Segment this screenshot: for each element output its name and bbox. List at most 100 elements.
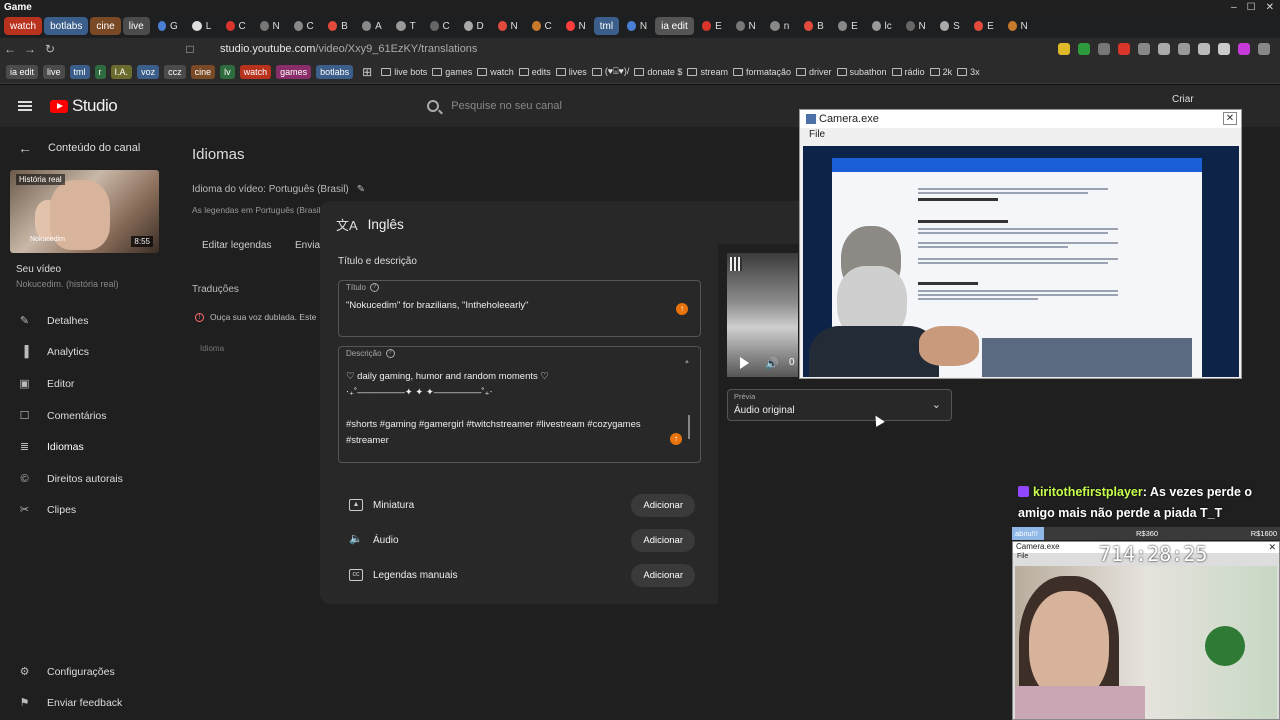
upload-arrow-icon[interactable]: ↑ [676, 303, 688, 315]
browser-tab[interactable]: n [764, 17, 796, 35]
bookmark-chip[interactable]: ia edit [6, 64, 39, 79]
bookmark-chip[interactable]: botlabs [316, 64, 354, 79]
upload-arrow-icon[interactable]: ↑ [670, 433, 682, 445]
bookmark-chip[interactable]: games [276, 64, 312, 79]
bookmark-item[interactable]: lives [555, 67, 587, 77]
minimize-button[interactable]: – [1231, 2, 1237, 13]
browser-tab[interactable]: N [730, 17, 762, 35]
preview-video[interactable]: 🔊 0 [727, 253, 798, 377]
close-icon[interactable]: ✕ [1268, 542, 1276, 553]
sidebar-item-detalhes[interactable]: ✎ Detalhes [0, 305, 170, 337]
browser-tab[interactable]: botlabs [44, 17, 89, 35]
bookmark-item[interactable]: stream [687, 67, 728, 77]
bookmark-item[interactable]: subathon [836, 67, 887, 77]
hamburger-icon[interactable] [18, 101, 32, 111]
file-menu[interactable]: File [809, 129, 825, 140]
browser-tab[interactable]: N [1002, 17, 1034, 35]
bookmark-item[interactable]: games [432, 67, 472, 77]
browser-tab[interactable]: watch [4, 17, 43, 35]
extension-icon[interactable] [1078, 43, 1090, 55]
extension-icon[interactable] [1118, 43, 1130, 55]
browser-tab[interactable]: E [968, 17, 1000, 35]
bookmark-chip[interactable]: watch [239, 64, 272, 79]
sidebar-item-coment-rios[interactable]: ☐ Comentários [0, 400, 170, 432]
extension-icon[interactable] [1218, 43, 1230, 55]
extension-icon[interactable] [1158, 43, 1170, 55]
add-captions-button[interactable]: Adicionar [631, 563, 695, 587]
extension-icon[interactable] [1178, 43, 1190, 55]
maximize-button[interactable]: ☐ [1247, 2, 1256, 13]
apps-grid-icon[interactable]: ⊞ [362, 65, 372, 79]
bookmark-chip[interactable]: live [43, 64, 65, 79]
help-icon[interactable]: ? [385, 349, 395, 358]
browser-tab[interactable]: B [322, 17, 354, 35]
extension-icon[interactable] [1198, 43, 1210, 55]
bookmark-item[interactable]: 2k [929, 67, 952, 77]
browser-tab[interactable]: N [254, 17, 286, 35]
sidebar-item-analytics[interactable]: ▐ Analytics [0, 337, 170, 369]
browser-tab[interactable]: N [621, 17, 653, 35]
description-value[interactable]: ♡ daily gaming, humor and random moments… [346, 369, 641, 449]
browser-tab[interactable]: B [798, 17, 830, 35]
extension-icon[interactable] [1058, 43, 1070, 55]
close-icon[interactable]: ✕ [1223, 112, 1237, 125]
sidebar-item-clipes[interactable]: ✂ Clipes [0, 495, 170, 527]
browser-tab[interactable]: C [424, 17, 456, 35]
add-audio-button[interactable]: Adicionar [631, 528, 695, 552]
search-input[interactable]: Pesquise no seu canal [427, 100, 562, 112]
title-field[interactable]: Título? "Nokucedim" for brazilians, "Int… [338, 280, 701, 337]
browser-tab[interactable]: T [390, 17, 422, 35]
browser-tab[interactable]: live [122, 17, 150, 35]
bookmark-item[interactable]: (♥⌺♥)/ [591, 66, 629, 77]
bookmark-item[interactable]: edits [518, 67, 551, 77]
sidebar-item-idiomas[interactable]: ≣ Idiomas [0, 431, 170, 463]
help-icon[interactable]: ? [370, 283, 380, 292]
add-thumbnail-button[interactable]: Adicionar [631, 493, 695, 517]
browser-tab[interactable]: lc [866, 17, 898, 35]
bookmark-item[interactable]: live bots [381, 67, 427, 77]
forward-icon[interactable]: → [20, 42, 40, 56]
back-icon[interactable]: ← [0, 42, 20, 56]
browser-tab[interactable]: E [696, 17, 728, 35]
browser-tab[interactable]: N [560, 17, 592, 35]
bookmark-chip[interactable]: cine [190, 64, 216, 79]
pencil-icon[interactable]: ✎ [357, 184, 365, 195]
edit-subtitles-button[interactable]: Editar legendas [202, 240, 272, 251]
browser-tab[interactable]: C [526, 17, 558, 35]
browser-tab[interactable]: ia edit [655, 17, 694, 35]
bookmark-item[interactable]: donate $ [634, 67, 682, 77]
title-value[interactable]: "Nokucedim" for brazilians, "Intheholeea… [346, 298, 528, 314]
reload-icon[interactable]: ↻ [40, 42, 60, 56]
studio-logo[interactable]: Studio [50, 96, 118, 116]
browser-tab[interactable]: D [458, 17, 490, 35]
extension-icon[interactable] [1098, 43, 1110, 55]
sidebar-item-editor[interactable]: ▣ Editor [0, 368, 170, 400]
video-thumbnail[interactable]: História real Nokucedim 8:55 [10, 170, 159, 253]
scrollbar[interactable] [688, 415, 690, 439]
bookmark-chip[interactable]: voz [137, 64, 160, 79]
volume-icon[interactable]: 🔊 [765, 357, 779, 370]
browser-tab[interactable]: S [934, 17, 966, 35]
bookmark-chip[interactable]: I.A. [110, 64, 133, 79]
bookmark-chip[interactable]: r [94, 64, 106, 79]
browser-tab[interactable]: N [900, 17, 932, 35]
play-icon[interactable] [740, 357, 749, 369]
sidebar-item-configura-es[interactable]: ⚙ Configurações [0, 656, 170, 688]
bookmark-chip[interactable]: tml [69, 64, 90, 79]
browser-tab[interactable]: N [492, 17, 524, 35]
sidebar-item-direitos-autorais[interactable]: © Direitos autorais [0, 463, 170, 495]
close-window-button[interactable]: ✕ [1266, 2, 1274, 13]
sidebar-item-enviar-feedback[interactable]: ⚑ Enviar feedback [0, 688, 170, 720]
description-field[interactable]: Descrição? ▲ ♡ daily gaming, humor and r… [338, 346, 701, 463]
bookmark-item[interactable]: rádio [891, 67, 925, 77]
extension-icon[interactable] [1238, 43, 1250, 55]
browser-tab[interactable]: E [832, 17, 864, 35]
preview-audio-select[interactable]: Prévia Áudio original ⌄ [727, 389, 952, 421]
file-menu-2[interactable]: File [1017, 553, 1028, 560]
create-button[interactable]: Criar [1172, 94, 1194, 105]
bookmark-icon[interactable]: □ [180, 42, 200, 56]
browser-tab[interactable]: cine [90, 17, 121, 35]
extension-icon[interactable] [1138, 43, 1150, 55]
bookmark-item[interactable]: watch [477, 67, 514, 77]
bookmark-item[interactable]: 3x [957, 67, 980, 77]
